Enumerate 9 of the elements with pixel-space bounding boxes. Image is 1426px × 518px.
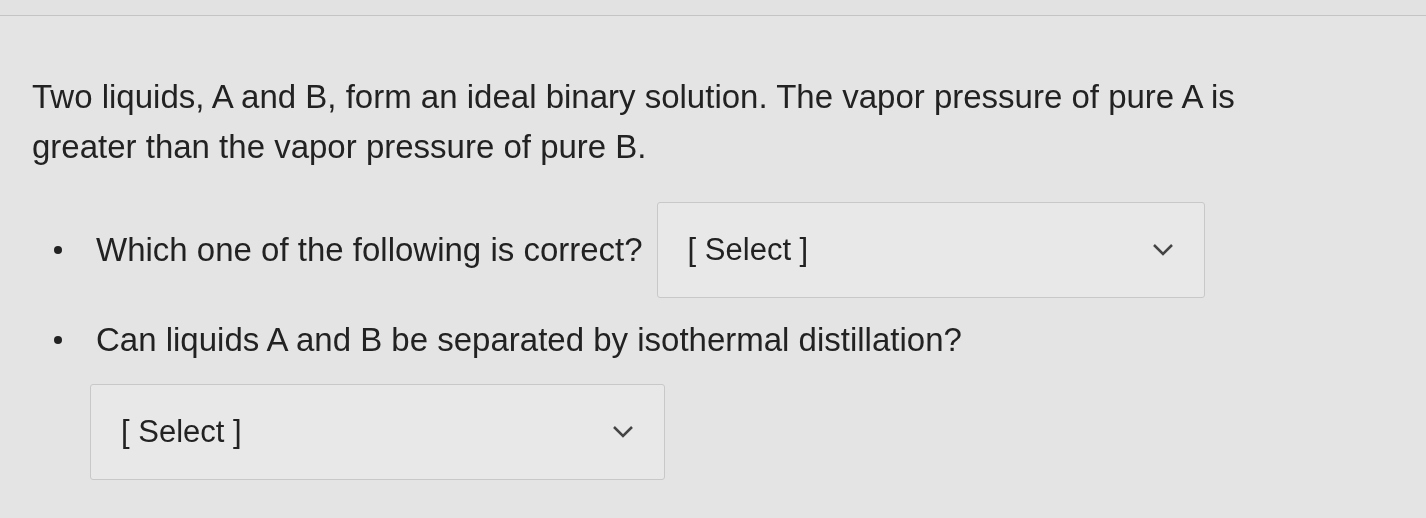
bullet-icon: [54, 246, 62, 254]
question-prompt: Can liquids A and B be separated by isothermal distillation?: [96, 320, 962, 361]
chevron-down-icon: [612, 425, 634, 439]
select-dropdown[interactable]: [ Select ]: [90, 384, 665, 480]
question-prompt: Which one of the following is correct?: [96, 230, 643, 271]
select-dropdown[interactable]: [ Select ]: [656, 202, 1205, 298]
bullet-icon: [54, 336, 62, 344]
question-text: Two liquids, A and B, form an ideal binary solution. The vapor pressure of pure A is greater than the vapor pressure of pure B.: [32, 77, 1236, 167]
chevron-down-icon: [1151, 243, 1174, 257]
